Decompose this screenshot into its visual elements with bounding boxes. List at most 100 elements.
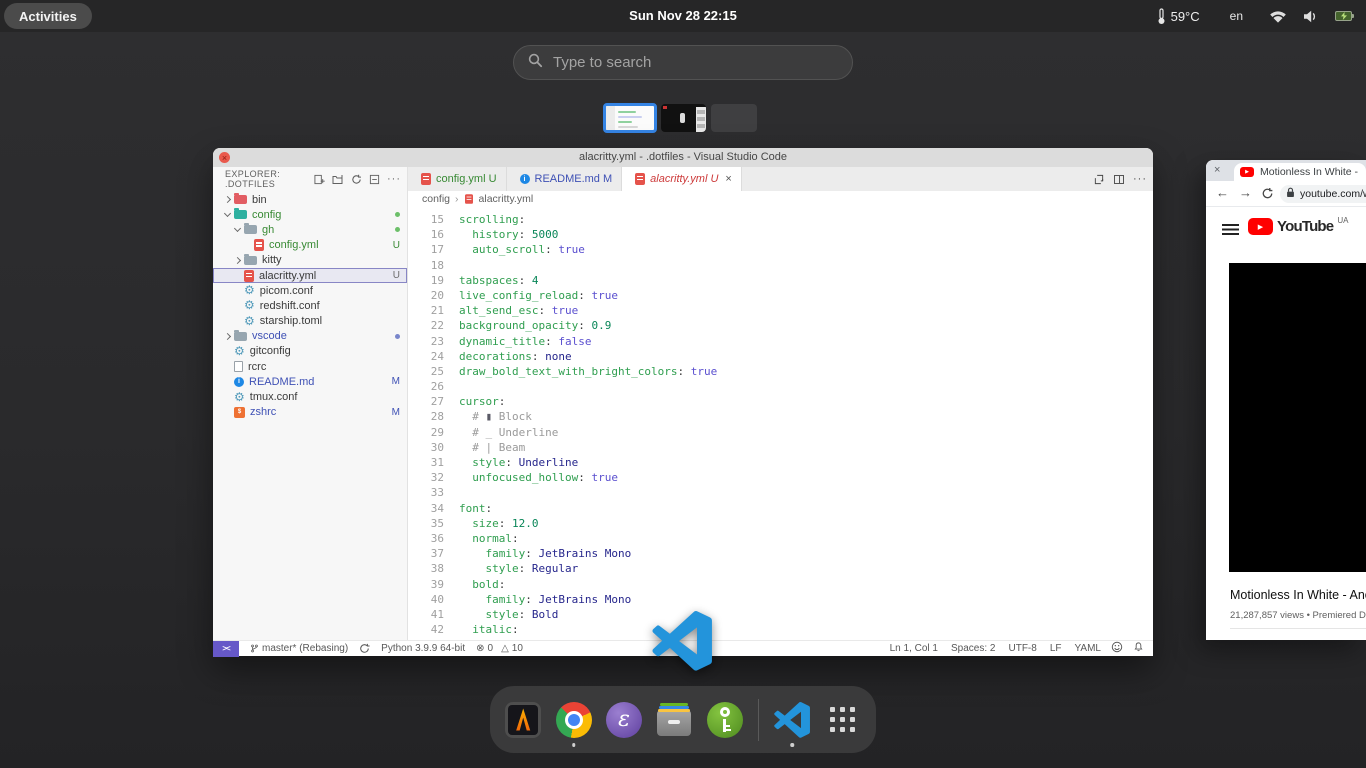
tree-item-gh[interactable]: gh <box>213 222 407 237</box>
code-line-15[interactable]: 15scrolling: <box>408 212 1153 227</box>
breadcrumb-folder[interactable]: config <box>422 193 450 205</box>
youtube-tab[interactable]: Motionless In White - A <box>1234 163 1366 181</box>
new-folder-icon[interactable] <box>332 174 344 185</box>
code-editor[interactable]: 15scrolling:16 history: 500017 auto_scro… <box>408 207 1153 640</box>
dock-keyring-icon[interactable] <box>706 692 744 748</box>
statusbar-item-4[interactable]: YAML <box>1075 643 1102 654</box>
python-interpreter[interactable]: Python 3.9.9 64-bit <box>381 643 465 654</box>
code-line-25[interactable]: 25draw_bold_text_with_bright_colors: tru… <box>408 364 1153 379</box>
breadcrumb[interactable]: config alacritty.yml <box>408 191 1153 207</box>
code-line-33[interactable]: 33 <box>408 485 1153 500</box>
dock-chrome-icon[interactable] <box>554 692 592 748</box>
tree-item-vscode[interactable]: vscode <box>213 329 407 344</box>
chevron-down-icon[interactable] <box>224 210 231 217</box>
tree-item-starship.toml[interactable]: starship.toml <box>213 314 407 329</box>
video-player[interactable] <box>1229 263 1366 572</box>
code-line-42[interactable]: 42 italic: <box>408 622 1153 637</box>
problems-item[interactable]: 0 10 <box>476 643 523 654</box>
code-line-41[interactable]: 41 style: Bold <box>408 607 1153 622</box>
statusbar-item-0[interactable]: Ln 1, Col 1 <box>890 643 938 654</box>
breadcrumb-file[interactable]: alacritty.yml <box>479 193 534 205</box>
feedback-smiley-icon[interactable] <box>1111 641 1123 656</box>
dock-app-grid-icon[interactable] <box>824 692 862 748</box>
code-line-31[interactable]: 31 style: Underline <box>408 455 1153 470</box>
address-bar[interactable]: youtube.com/wa <box>1280 185 1366 203</box>
code-line-24[interactable]: 24decorations: none <box>408 349 1153 364</box>
tree-item-kitty[interactable]: kitty <box>213 253 407 268</box>
code-line-23[interactable]: 23dynamic_title: false <box>408 334 1153 349</box>
tree-item-bin[interactable]: bin <box>213 192 407 207</box>
keyboard-layout[interactable]: en <box>1230 9 1243 23</box>
code-line-29[interactable]: 29 # _ Underline <box>408 425 1153 440</box>
code-line-27[interactable]: 27cursor: <box>408 394 1153 409</box>
window-close-button[interactable] <box>219 152 230 163</box>
refresh-icon[interactable] <box>351 174 362 185</box>
editor-more-actions-icon[interactable] <box>1133 173 1147 185</box>
code-line-37[interactable]: 37 family: JetBrains Mono <box>408 546 1153 561</box>
dock-emacs-icon[interactable] <box>605 692 643 748</box>
tab-close-icon[interactable] <box>725 173 731 185</box>
code-line-35[interactable]: 35 size: 12.0 <box>408 516 1153 531</box>
more-actions-icon[interactable] <box>387 173 401 185</box>
code-line-34[interactable]: 34font: <box>408 501 1153 516</box>
search-input[interactable]: Type to search <box>513 45 853 80</box>
code-line-26[interactable]: 26 <box>408 379 1153 394</box>
tree-item-picom.conf[interactable]: picom.conf <box>213 283 407 298</box>
code-line-30[interactable]: 30 # | Beam <box>408 440 1153 455</box>
code-line-39[interactable]: 39 bold: <box>408 577 1153 592</box>
tree-item-zshrc[interactable]: zshrcM <box>213 405 407 420</box>
workspace-thumbnail-active[interactable] <box>603 103 657 133</box>
forward-icon[interactable] <box>1239 185 1252 200</box>
workspace-thumbnail-2[interactable] <box>661 104 706 132</box>
hamburger-menu-icon[interactable] <box>1222 224 1239 235</box>
tree-item-redshift.conf[interactable]: redshift.conf <box>213 298 407 313</box>
statusbar-item-3[interactable]: LF <box>1050 643 1062 654</box>
remote-indicator[interactable] <box>213 641 239 657</box>
vscode-logo-drag-icon[interactable] <box>652 611 712 671</box>
youtube-logo[interactable]: YouTube UA <box>1248 218 1348 235</box>
tree-item-gitconfig[interactable]: gitconfig <box>213 344 407 359</box>
collapse-folders-icon[interactable] <box>369 174 380 185</box>
reload-icon[interactable] <box>1261 187 1274 203</box>
code-line-28[interactable]: 28 # ▮ Block <box>408 409 1153 424</box>
tree-item-tmux.conf[interactable]: tmux.conf <box>213 389 407 404</box>
workspace-thumbnail-empty[interactable] <box>711 104 757 132</box>
dock-alacritty-icon[interactable] <box>504 692 542 748</box>
tree-item-rcrc[interactable]: rcrc <box>213 359 407 374</box>
tree-item-alacritty.yml[interactable]: alacritty.ymlU <box>213 268 407 283</box>
tab-alacritty.yml[interactable]: alacritty.yml U <box>622 167 742 191</box>
new-file-icon[interactable] <box>314 174 325 185</box>
code-line-22[interactable]: 22background_opacity: 0.9 <box>408 318 1153 333</box>
back-icon[interactable] <box>1216 185 1229 200</box>
tab-README.md[interactable]: README.md M <box>507 167 623 191</box>
code-line-16[interactable]: 16 history: 5000 <box>408 227 1153 242</box>
code-line-17[interactable]: 17 auto_scroll: true <box>408 242 1153 257</box>
code-line-36[interactable]: 36 normal: <box>408 531 1153 546</box>
chevron-right-icon[interactable] <box>234 257 241 264</box>
split-editor-icon[interactable] <box>1114 175 1124 184</box>
statusbar-item-1[interactable]: Spaces: 2 <box>951 643 995 654</box>
code-line-40[interactable]: 40 family: JetBrains Mono <box>408 592 1153 607</box>
code-line-38[interactable]: 38 style: Regular <box>408 561 1153 576</box>
code-line-21[interactable]: 21alt_send_esc: true <box>408 303 1153 318</box>
tree-item-config.yml[interactable]: config.ymlU <box>213 238 407 253</box>
notifications-bell-icon[interactable] <box>1133 641 1144 656</box>
dock-vscode-icon[interactable] <box>773 692 811 748</box>
code-line-19[interactable]: 19tabspaces: 4 <box>408 273 1153 288</box>
tab-close-icon[interactable] <box>1214 164 1220 176</box>
system-status-area[interactable]: 59°C en <box>1157 0 1352 32</box>
code-line-20[interactable]: 20live_config_reload: true <box>408 288 1153 303</box>
open-changes-icon[interactable] <box>1093 174 1105 185</box>
dock-files-icon[interactable] <box>655 692 693 748</box>
code-line-32[interactable]: 32 unfocused_hollow: true <box>408 470 1153 485</box>
git-branch-item[interactable]: master* (Rebasing) <box>250 643 348 654</box>
tab-config.yml[interactable]: config.yml U <box>408 167 507 191</box>
sync-icon[interactable] <box>359 643 370 654</box>
code-line-18[interactable]: 18 <box>408 258 1153 273</box>
chevron-right-icon[interactable] <box>224 333 231 340</box>
vscode-titlebar[interactable]: alacritty.yml - .dotfiles - Visual Studi… <box>213 148 1153 167</box>
tree-item-config[interactable]: config <box>213 207 407 222</box>
chevron-down-icon[interactable] <box>234 225 241 232</box>
chevron-right-icon[interactable] <box>224 196 231 203</box>
statusbar-item-2[interactable]: UTF-8 <box>1008 643 1036 654</box>
